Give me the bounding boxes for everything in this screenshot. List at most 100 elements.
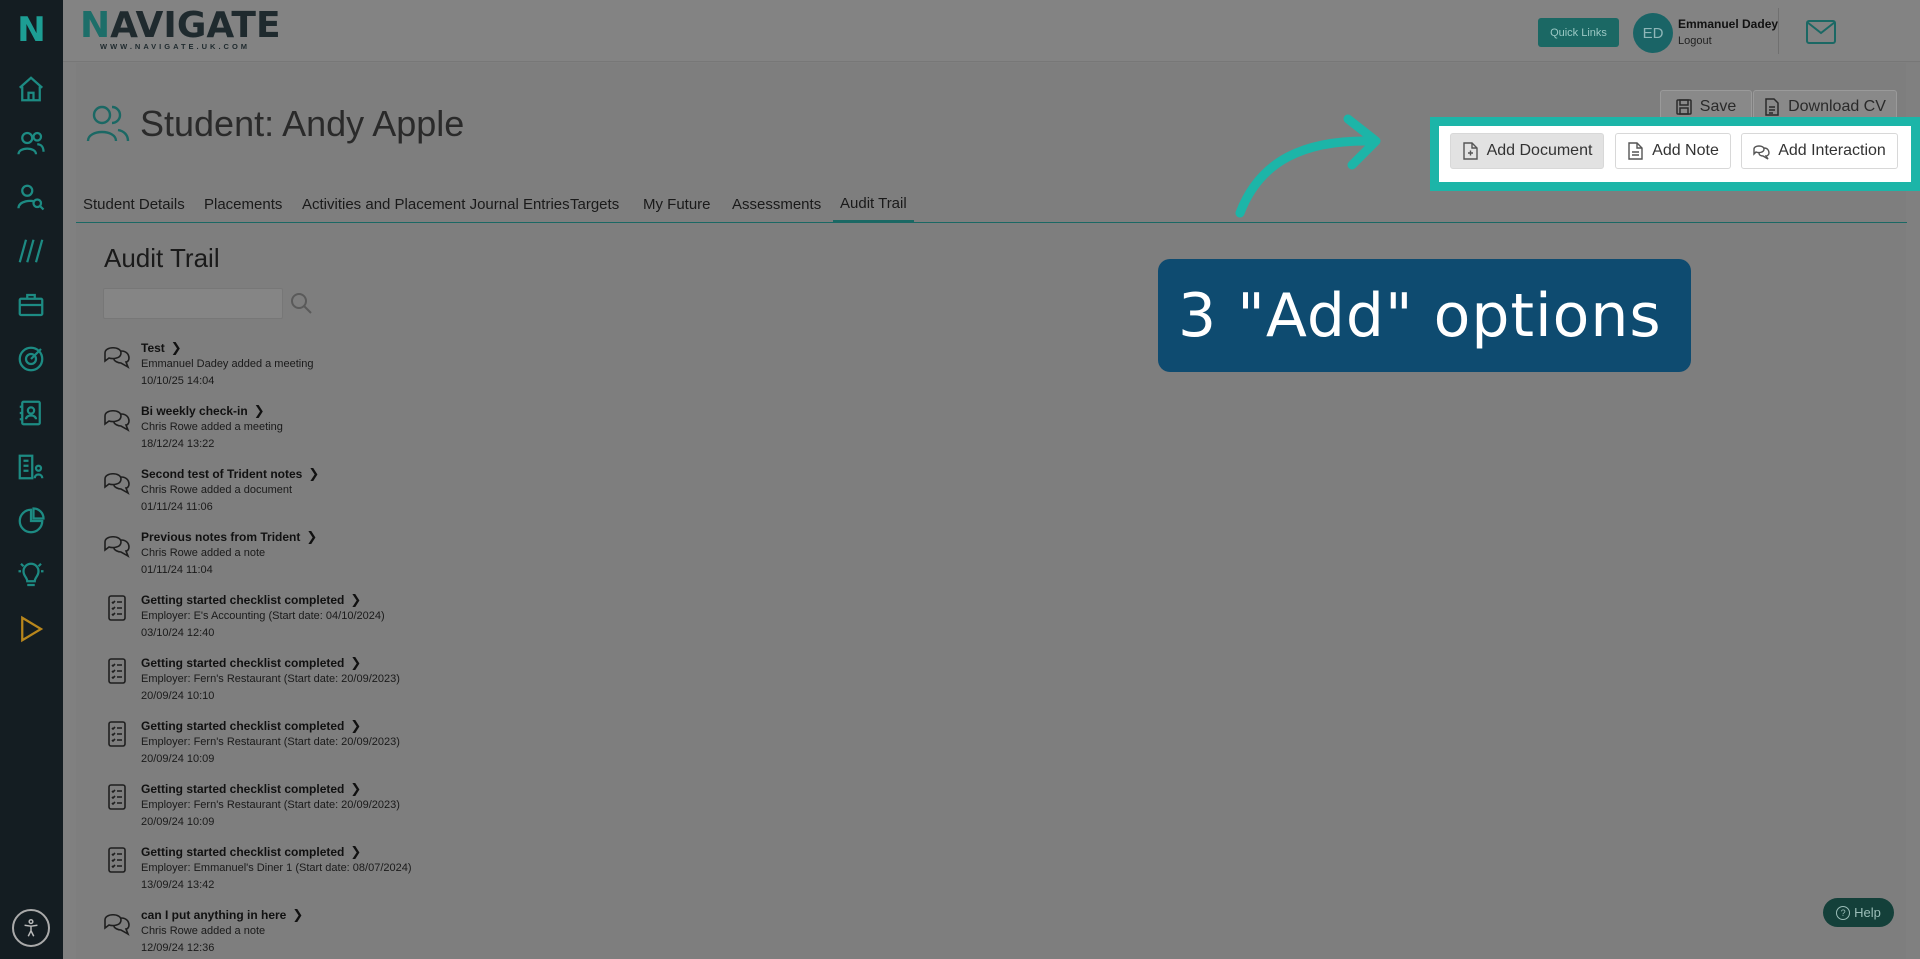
header-divider (1778, 8, 1779, 54)
checklist-icon (103, 846, 131, 874)
list-item[interactable]: Test ❯ Emmanuel Dadey added a meeting 10/10… (103, 340, 503, 400)
tab-my-future[interactable]: My Future (643, 186, 711, 222)
add-document-button[interactable]: Add Document (1450, 133, 1604, 169)
entry-description: Chris Rowe added a document (141, 484, 293, 496)
brand-logo[interactable]: NAVIGATE WWW.NAVIGATE.UK.COM (80, 5, 281, 52)
tab-bar: Student Details Placements Activities an… (76, 186, 1907, 223)
add-interaction-label: Add Interaction (1778, 142, 1886, 159)
quick-links-button[interactable]: Quick Links (1538, 18, 1619, 47)
entry-title-text: Getting started checklist completed (141, 845, 345, 859)
list-item[interactable]: Getting started checklist completed ❯ Empl… (103, 718, 503, 778)
briefcase-icon[interactable] (14, 288, 48, 322)
tab-placements[interactable]: Placements (204, 186, 282, 222)
search-icon[interactable] (289, 291, 313, 315)
avatar[interactable]: ED (1633, 13, 1673, 53)
chat-icon (103, 468, 131, 496)
add-note-label: Add Note (1652, 142, 1719, 159)
help-button[interactable]: ? Help (1823, 898, 1894, 927)
tab-targets[interactable]: Targets (570, 186, 619, 222)
entry-title-text: Test (141, 341, 165, 355)
section-title: Audit Trail (104, 243, 220, 273)
user-search-icon[interactable] (14, 180, 48, 214)
home-icon[interactable] (14, 72, 48, 106)
entry-title[interactable]: Getting started checklist completed ❯ (141, 718, 361, 734)
search-input[interactable] (103, 288, 283, 319)
entry-title[interactable]: Getting started checklist completed ❯ (141, 844, 361, 860)
list-item[interactable]: Getting started checklist completed ❯ Empl… (103, 592, 503, 652)
checklist-icon (103, 594, 131, 622)
tab-audit-trail[interactable]: Audit Trail (833, 186, 914, 222)
download-cv-label: Download CV (1788, 98, 1886, 115)
list-item[interactable]: Getting started checklist completed ❯ Empl… (103, 844, 503, 904)
chat-icon (1753, 145, 1770, 160)
entry-description: Employer: Fern's Restaurant (Start date:… (141, 673, 400, 685)
entry-title[interactable]: Test ❯ (141, 340, 182, 356)
entry-timestamp: 20/09/24 10:09 (141, 816, 215, 828)
entry-title-text: Getting started checklist completed (141, 656, 345, 670)
chevron-right-icon: ❯ (350, 781, 362, 796)
students-icon (86, 103, 130, 143)
list-item[interactable]: Bi weekly check-in ❯ Chris Rowe added a me… (103, 403, 503, 463)
add-interaction-button[interactable]: Add Interaction (1741, 133, 1898, 169)
list-item[interactable]: Getting started checklist completed ❯ Empl… (103, 781, 503, 841)
entry-title[interactable]: Getting started checklist completed ❯ (141, 781, 361, 797)
entry-title-text: Second test of Trident notes (141, 467, 303, 481)
lightbulb-icon[interactable] (14, 558, 48, 592)
add-note-button[interactable]: Add Note (1615, 133, 1731, 169)
tab-activities[interactable]: Activities and Placement Journal Entries (302, 186, 570, 222)
list-item[interactable]: Getting started checklist completed ❯ Empl… (103, 655, 503, 715)
entry-title[interactable]: Second test of Trident notes ❯ (141, 466, 319, 482)
entry-title[interactable]: can I put anything in here ❯ (141, 907, 303, 923)
brand-name: AVIGATE (110, 5, 281, 46)
chevron-right-icon: ❯ (350, 718, 362, 733)
entry-title-text: Previous notes from Trident (141, 530, 301, 544)
list-item[interactable]: Second test of Trident notes ❯ Chris Rowe … (103, 466, 503, 526)
entry-timestamp: 03/10/24 12:40 (141, 627, 215, 639)
chevron-right-icon: ❯ (350, 655, 362, 670)
entry-timestamp: 01/11/24 11:04 (141, 564, 213, 576)
entry-description: Employer: E's Accounting (Start date: 04… (141, 610, 385, 622)
chevron-right-icon: ❯ (292, 907, 304, 922)
entry-timestamp: 12/09/24 12:36 (141, 942, 215, 954)
page-title: Student: Andy Apple (140, 103, 465, 144)
entry-timestamp: 10/10/25 14:04 (141, 375, 215, 387)
entry-title[interactable]: Getting started checklist completed ❯ (141, 592, 361, 608)
tab-assessments[interactable]: Assessments (732, 186, 821, 222)
add-document-label: Add Document (1486, 142, 1593, 159)
accessibility-icon[interactable] (12, 909, 50, 947)
logout-link[interactable]: Logout (1678, 35, 1712, 47)
document-icon (1765, 98, 1779, 116)
play-icon[interactable] (14, 612, 48, 646)
entry-description: Employer: Emmanuel's Diner 1 (Start date… (141, 862, 412, 874)
callout-text: 3 "Add" options (1178, 280, 1662, 351)
list-item[interactable]: Previous notes from Trident ❯ Chris Rowe a… (103, 529, 503, 589)
chat-icon (103, 405, 131, 433)
entry-title[interactable]: Previous notes from Trident ❯ (141, 529, 317, 545)
contact-card-icon[interactable] (14, 396, 48, 430)
chat-icon (103, 531, 131, 559)
list-item[interactable]: can I put anything in here ❯ Chris Rowe ad… (103, 907, 503, 959)
entry-description: Chris Rowe added a meeting (141, 421, 283, 433)
help-label: Help (1854, 905, 1881, 920)
users-icon[interactable] (14, 126, 48, 160)
entry-title[interactable]: Bi weekly check-in ❯ (141, 403, 265, 419)
tab-student-details[interactable]: Student Details (83, 186, 185, 222)
mail-icon[interactable] (1806, 20, 1836, 44)
slashes-icon[interactable] (14, 234, 48, 268)
entry-title[interactable]: Getting started checklist completed ❯ (141, 655, 361, 671)
entry-timestamp: 13/09/24 13:42 (141, 879, 215, 891)
entry-description: Chris Rowe added a note (141, 925, 266, 937)
sidebar-logo[interactable]: N (0, 0, 63, 60)
chevron-right-icon: ❯ (306, 529, 318, 544)
entry-title-text: Getting started checklist completed (141, 719, 345, 733)
sidebar: N (0, 0, 63, 959)
entry-title-text: Getting started checklist completed (141, 593, 345, 607)
annotation-callout: 3 "Add" options (1158, 259, 1691, 372)
building-people-icon[interactable] (14, 450, 48, 484)
entry-description: Emmanuel Dadey added a meeting (141, 358, 314, 370)
target-icon[interactable] (14, 342, 48, 376)
pie-chart-icon[interactable] (14, 504, 48, 538)
entry-description: Chris Rowe added a note (141, 547, 266, 559)
save-icon (1676, 99, 1692, 115)
entry-timestamp: 20/09/24 10:10 (141, 690, 215, 702)
